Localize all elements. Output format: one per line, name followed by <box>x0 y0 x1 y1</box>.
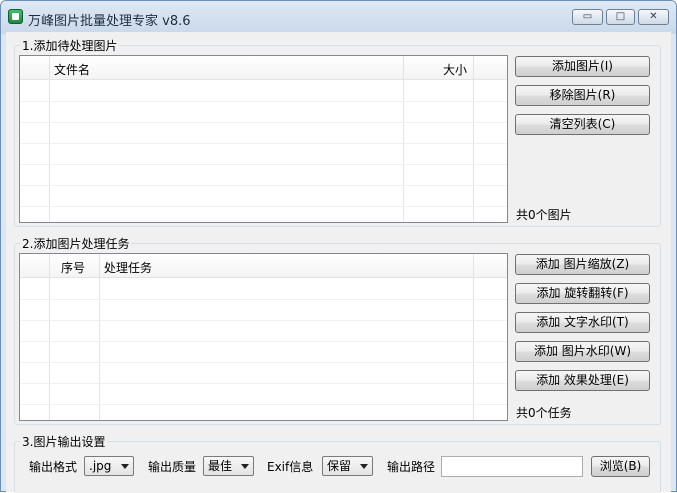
list-row-divider <box>20 164 507 165</box>
output-format-label: 输出格式 <box>29 460 78 474</box>
output-format-select[interactable]: .jpg <box>84 456 134 476</box>
list-row-divider <box>20 383 507 384</box>
list-row-divider <box>20 362 507 363</box>
output-path-label: 输出路径 <box>387 460 436 474</box>
add-image-button[interactable]: 添加图片(I) <box>515 56 650 77</box>
list-row-divider <box>20 101 507 102</box>
add-resize-button[interactable]: 添加 图片缩放(Z) <box>515 254 650 275</box>
image-count: 共0个图片 <box>516 208 572 222</box>
add-rotate-button[interactable]: 添加 旋转翻转(F) <box>515 283 650 304</box>
section3-label: 3.图片输出设置 <box>20 433 108 450</box>
exif-value: 保留 <box>327 459 352 473</box>
browse-button[interactable]: 浏览(B) <box>591 456 650 477</box>
remove-image-button[interactable]: 移除图片(R) <box>515 85 650 106</box>
list-row-divider <box>20 122 507 123</box>
output-quality-label: 输出质量 <box>148 460 197 474</box>
task-list[interactable]: 序号 处理任务 <box>19 253 508 421</box>
column-header-size[interactable]: 大小 <box>443 61 467 78</box>
list-row-divider <box>20 341 507 342</box>
add-effect-button[interactable]: 添加 效果处理(E) <box>515 370 650 391</box>
column-header-filename[interactable]: 文件名 <box>54 61 90 78</box>
add-text-watermark-button[interactable]: 添加 文字水印(T) <box>515 312 650 333</box>
list-row-divider <box>20 143 507 144</box>
add-image-watermark-button[interactable]: 添加 图片水印(W) <box>515 341 650 362</box>
column-divider <box>473 56 474 222</box>
list-row-divider <box>20 299 507 300</box>
clear-list-button[interactable]: 清空列表(C) <box>515 114 650 135</box>
column-divider <box>473 254 474 420</box>
column-divider <box>99 254 100 420</box>
section2-label: 2.添加图片处理任务 <box>20 235 132 252</box>
section1-label: 1.添加待处理图片 <box>20 37 120 54</box>
output-format-value: .jpg <box>89 459 112 473</box>
exif-label: Exif信息 <box>267 460 314 474</box>
image-list-header: 文件名 大小 <box>20 56 507 80</box>
list-row-divider <box>20 185 507 186</box>
list-row-divider <box>20 206 507 207</box>
chevron-down-icon <box>121 464 129 469</box>
output-quality-select[interactable]: 最佳 <box>203 456 254 476</box>
output-path-input[interactable] <box>441 456 583 477</box>
list-row-divider <box>20 404 507 405</box>
column-divider <box>403 56 404 222</box>
list-row-divider <box>20 320 507 321</box>
column-header-index[interactable]: 序号 <box>61 259 85 276</box>
exif-select[interactable]: 保留 <box>322 456 373 476</box>
task-count: 共0个任务 <box>516 406 572 420</box>
chevron-down-icon <box>241 464 249 469</box>
column-divider <box>49 254 50 420</box>
task-list-header: 序号 处理任务 <box>20 254 507 278</box>
image-list[interactable]: 文件名 大小 <box>19 55 508 223</box>
column-header-task[interactable]: 处理任务 <box>104 259 152 276</box>
column-divider <box>49 56 50 222</box>
output-quality-value: 最佳 <box>208 459 233 473</box>
chevron-down-icon <box>360 464 368 469</box>
